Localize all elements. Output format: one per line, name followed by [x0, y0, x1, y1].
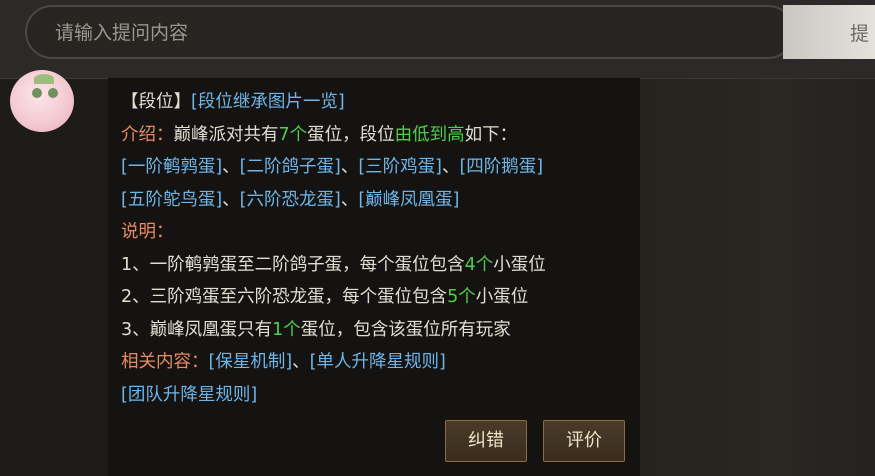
- intro-label: 介绍：: [121, 124, 174, 145]
- rank-count: 7个: [278, 124, 308, 145]
- rule-text: 小蛋位: [493, 254, 546, 275]
- related-line: 相关内容：[保星机制]、[单人升降星规则]: [121, 346, 636, 379]
- rank-link[interactable]: [六阶恐龙蛋]: [240, 190, 341, 210]
- rate-button[interactable]: 评价: [543, 420, 625, 462]
- related-line: [团队升降星规则]: [121, 379, 636, 412]
- explain-line: 说明：: [121, 216, 636, 249]
- rule-count: 1个: [272, 319, 301, 340]
- rank-order: 由低到高: [394, 124, 465, 145]
- rank-link[interactable]: [二阶鸽子蛋]: [240, 157, 341, 177]
- rule-text: 2、三阶鸡蛋至六阶恐龙蛋，每个蛋位包含: [121, 287, 448, 307]
- rank-link[interactable]: [四阶鹅蛋]: [459, 157, 543, 177]
- intro-text: 巅峰派对共有: [173, 124, 279, 145]
- rank-list-line: [五阶鸵鸟蛋]、[六阶恐龙蛋]、[巅峰凤凰蛋]: [121, 184, 636, 217]
- search-bar: 提: [0, 0, 875, 79]
- rank-link[interactable]: [一阶鹌鹑蛋]: [121, 157, 222, 177]
- separator: 、: [222, 157, 240, 177]
- rank-link[interactable]: [巅峰凤凰蛋]: [358, 190, 459, 210]
- section-heading: 【段位】: [121, 92, 191, 112]
- rank-images-link[interactable]: [段位继承图片一览]: [191, 92, 345, 112]
- correct-button[interactable]: 纠错: [445, 420, 527, 462]
- heading-line: 【段位】[段位继承图片一览]: [121, 86, 636, 119]
- related-link[interactable]: [单人升降星规则]: [310, 352, 446, 372]
- rank-link[interactable]: [三阶鸡蛋]: [358, 157, 442, 177]
- separator: 、: [340, 157, 359, 177]
- rule-text: 3、巅峰凤凰蛋只有: [121, 319, 273, 340]
- avatar-eye-right: [48, 88, 58, 98]
- related-link[interactable]: [保星机制]: [209, 352, 293, 372]
- related-link[interactable]: [团队升降星规则]: [121, 385, 257, 405]
- related-label: 相关内容：: [121, 352, 209, 372]
- rule-count: 4个: [464, 254, 494, 275]
- bot-avatar: [10, 70, 74, 132]
- rule-text: 蛋位，包含该蛋位所有玩家: [300, 319, 511, 340]
- rule-line: 1、一阶鹌鹑蛋至二阶鸽子蛋，每个蛋位包含4个小蛋位: [121, 249, 636, 282]
- rank-list-line: [一阶鹌鹑蛋]、[二阶鸽子蛋]、[三阶鸡蛋]、[四阶鹅蛋]: [121, 151, 636, 184]
- rule-line: 2、三阶鸡蛋至六阶恐龙蛋，每个蛋位包含5个小蛋位: [121, 281, 636, 314]
- rule-text: 1、一阶鹌鹑蛋至二阶鸽子蛋，每个蛋位包含: [121, 254, 465, 275]
- separator: 、: [441, 157, 460, 177]
- avatar-eye-left: [32, 88, 42, 98]
- rule-count: 5个: [447, 287, 476, 307]
- separator: 、: [340, 189, 359, 210]
- answer-content: 【段位】[段位继承图片一览] 介绍：巅峰派对共有7个蛋位，段位由低到高如下： […: [121, 86, 636, 411]
- rank-link[interactable]: [五阶鸵鸟蛋]: [121, 190, 222, 210]
- leaf-icon: [34, 74, 54, 84]
- separator: 、: [222, 189, 240, 210]
- intro-text: 蛋位，段位: [307, 124, 395, 145]
- ask-button[interactable]: 提: [783, 5, 875, 59]
- explain-label: 说明：: [121, 222, 174, 242]
- rule-text: 小蛋位: [475, 287, 529, 307]
- rule-line: 3、巅峰凤凰蛋只有1个蛋位，包含该蛋位所有玩家: [121, 314, 636, 347]
- separator: 、: [292, 352, 310, 372]
- intro-line: 介绍：巅峰派对共有7个蛋位，段位由低到高如下：: [121, 119, 636, 152]
- search-field-container: [25, 5, 795, 59]
- intro-text: 如下：: [464, 124, 518, 145]
- search-input[interactable]: [53, 7, 757, 59]
